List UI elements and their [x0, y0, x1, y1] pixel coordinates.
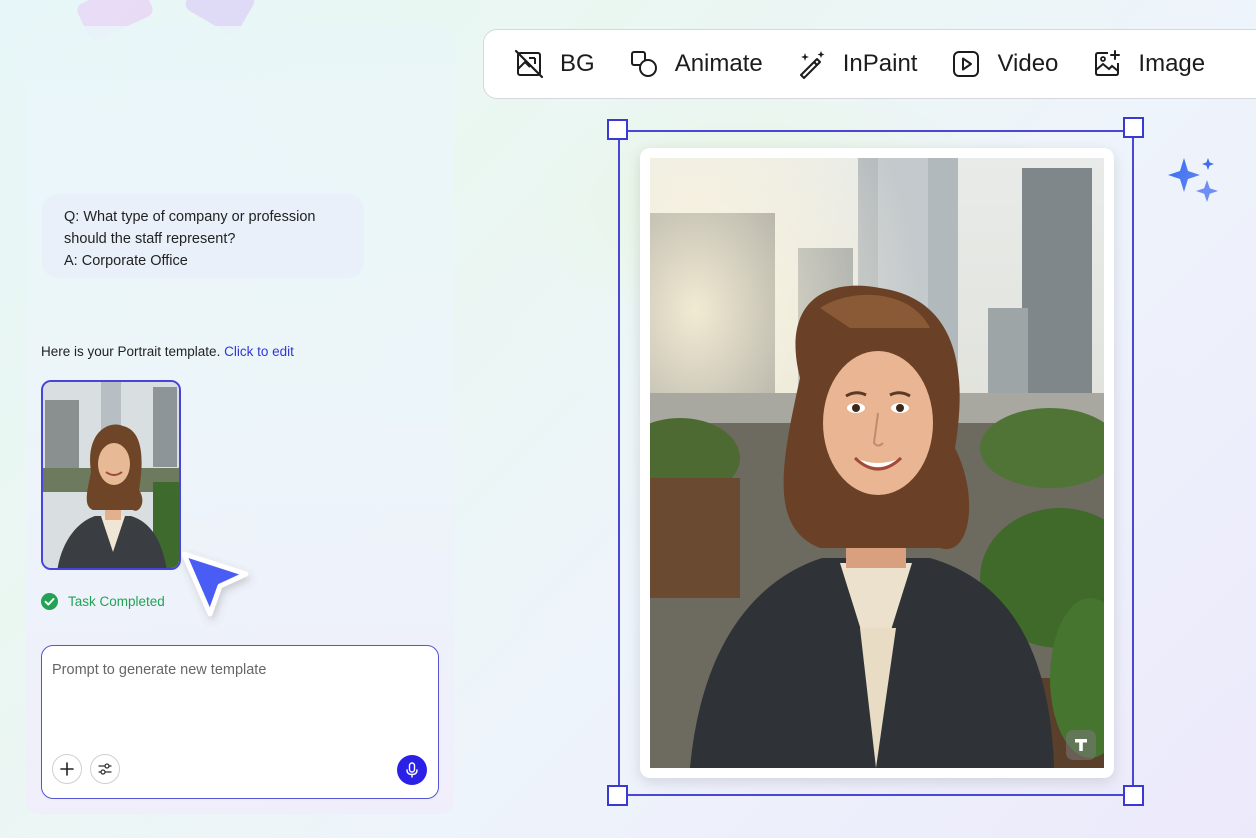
prompt-box — [41, 645, 439, 799]
portrait-image — [650, 158, 1104, 768]
bg-tool-label: BG — [560, 50, 595, 77]
task-status-text: Task Completed — [68, 594, 165, 609]
pointer-cursor-icon — [181, 551, 249, 617]
plus-icon — [60, 762, 74, 776]
check-circle-icon — [41, 593, 58, 610]
bg-remove-icon — [514, 49, 544, 79]
magic-wand-icon — [799, 51, 825, 79]
video-tool-label: Video — [997, 50, 1059, 77]
task-status: Task Completed — [41, 593, 165, 610]
template-text: Here is your Portrait template. — [41, 344, 221, 359]
video-play-icon — [953, 51, 980, 77]
animate-tool-button[interactable]: Animate — [629, 49, 763, 79]
watermark-badge — [1066, 730, 1096, 760]
portrait-thumbnail[interactable] — [41, 380, 181, 570]
portrait-card[interactable] — [640, 148, 1114, 778]
animate-tool-label: Animate — [674, 50, 763, 77]
resize-handle-top-right[interactable] — [1123, 117, 1144, 138]
video-tool-button[interactable]: Video — [951, 49, 1058, 79]
qa-message-bubble: Q: What type of company or profession sh… — [42, 194, 364, 278]
portrait-photo — [650, 158, 1104, 768]
add-button[interactable] — [52, 754, 82, 784]
image-add-icon — [1095, 50, 1121, 76]
prompt-input[interactable] — [52, 662, 428, 678]
question-text: Q: What type of company or profession — [64, 209, 316, 225]
sparkle-icon — [1168, 158, 1218, 202]
inpaint-tool-button[interactable]: InPaint — [797, 49, 918, 79]
resize-handle-bottom-right[interactable] — [1123, 785, 1144, 806]
image-tool-label: Image — [1138, 50, 1206, 77]
portrait-thumbnail-image — [43, 382, 179, 568]
resize-handle-top-left[interactable] — [607, 119, 628, 140]
image-tool-button[interactable]: Image — [1092, 49, 1205, 79]
resize-handle-bottom-left[interactable] — [607, 785, 628, 806]
click-to-edit-link[interactable]: Click to edit — [224, 344, 294, 359]
settings-button[interactable] — [90, 754, 120, 784]
template-message: Here is your Portrait template. Click to… — [41, 344, 294, 359]
animate-icon — [630, 51, 657, 77]
inpaint-tool-label: InPaint — [842, 50, 918, 77]
editor-toolbar: BG Animate InPaint Video Image — [483, 29, 1256, 99]
question-text-cont: should the staff represent? — [64, 231, 236, 247]
microphone-button[interactable] — [397, 755, 427, 785]
sliders-icon — [98, 763, 112, 775]
t-logo-icon — [1075, 739, 1087, 751]
bg-tool-button[interactable]: BG — [514, 49, 595, 79]
microphone-icon — [406, 762, 418, 778]
answer-text: A: Corporate Office — [64, 253, 188, 269]
